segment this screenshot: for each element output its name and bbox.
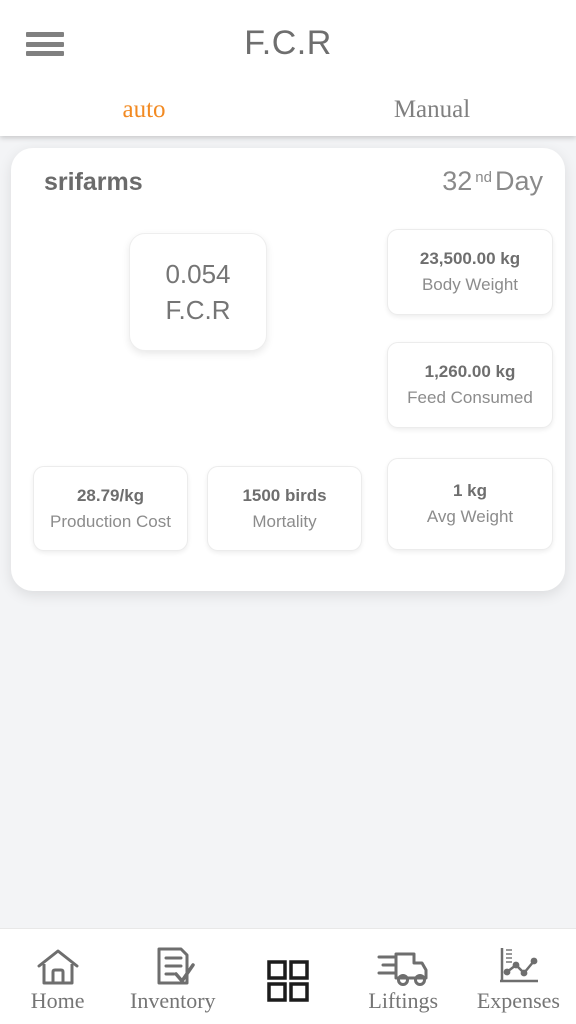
nav-item-dashboard[interactable]: [230, 929, 345, 1024]
nav-item-liftings[interactable]: Liftings: [346, 929, 461, 1024]
day-unit: Day: [494, 166, 543, 196]
nav-label-liftings: Liftings: [368, 987, 439, 1013]
day-counter: 32nd Day: [442, 166, 543, 197]
fcr-value: 0.054: [165, 259, 231, 289]
document-check-icon: [151, 945, 195, 989]
bottom-navigation-bar: Home Inventory Liftings Expenses: [0, 928, 576, 1024]
nav-item-expenses[interactable]: Expenses: [461, 929, 576, 1024]
stat-card-mortality[interactable]: 1500 birds Mortality: [207, 466, 362, 551]
tab-manual[interactable]: Manual: [288, 92, 576, 136]
stat-value: 1500 birds: [242, 485, 327, 505]
stat-value: 1,260.00 kg: [424, 362, 516, 381]
nav-item-inventory[interactable]: Inventory: [115, 929, 230, 1024]
truck-icon: [376, 945, 430, 989]
fcr-tile[interactable]: 0.054 F.C.R: [129, 233, 267, 351]
stat-label: Production Cost: [50, 511, 171, 531]
tab-bar: auto Manual: [0, 92, 576, 136]
fcr-label: F.C.R: [165, 295, 231, 325]
app-header: F.C.R auto Manual: [0, 0, 576, 136]
stat-card-feed-consumed[interactable]: 1,260.00 kg Feed Consumed: [387, 342, 553, 428]
stat-label: Avg Weight: [426, 507, 514, 526]
stat-label: Feed Consumed: [407, 388, 533, 407]
stat-label: Body Weight: [421, 275, 519, 294]
tab-auto[interactable]: auto: [0, 92, 288, 136]
nav-label-expenses: Expenses: [476, 987, 560, 1013]
day-number: 32: [442, 166, 473, 196]
page-title: F.C.R: [244, 24, 332, 62]
stat-value: 23,500.00 kg: [419, 249, 521, 268]
stat-card-avg-weight[interactable]: 1 kg Avg Weight: [387, 458, 553, 550]
stat-label: Mortality: [252, 511, 317, 531]
grid-icon: [265, 935, 311, 1024]
stat-value: 28.79/kg: [76, 485, 145, 505]
home-icon: [34, 945, 82, 989]
stat-card-production-cost[interactable]: 28.79/kg Production Cost: [33, 466, 188, 551]
nav-item-home[interactable]: Home: [0, 929, 115, 1024]
nav-label-home: Home: [30, 987, 85, 1013]
day-ordinal-suffix: nd: [475, 169, 492, 186]
farm-name: srifarms: [44, 168, 143, 196]
stat-value: 1 kg: [452, 481, 488, 500]
summary-card: srifarms 32nd Day 0.054 F.C.R 23,500.00 k…: [11, 148, 565, 591]
stat-card-body-weight[interactable]: 23,500.00 kg Body Weight: [387, 229, 553, 315]
line-chart-icon: [495, 945, 541, 989]
nav-label-inventory: Inventory: [130, 987, 216, 1013]
